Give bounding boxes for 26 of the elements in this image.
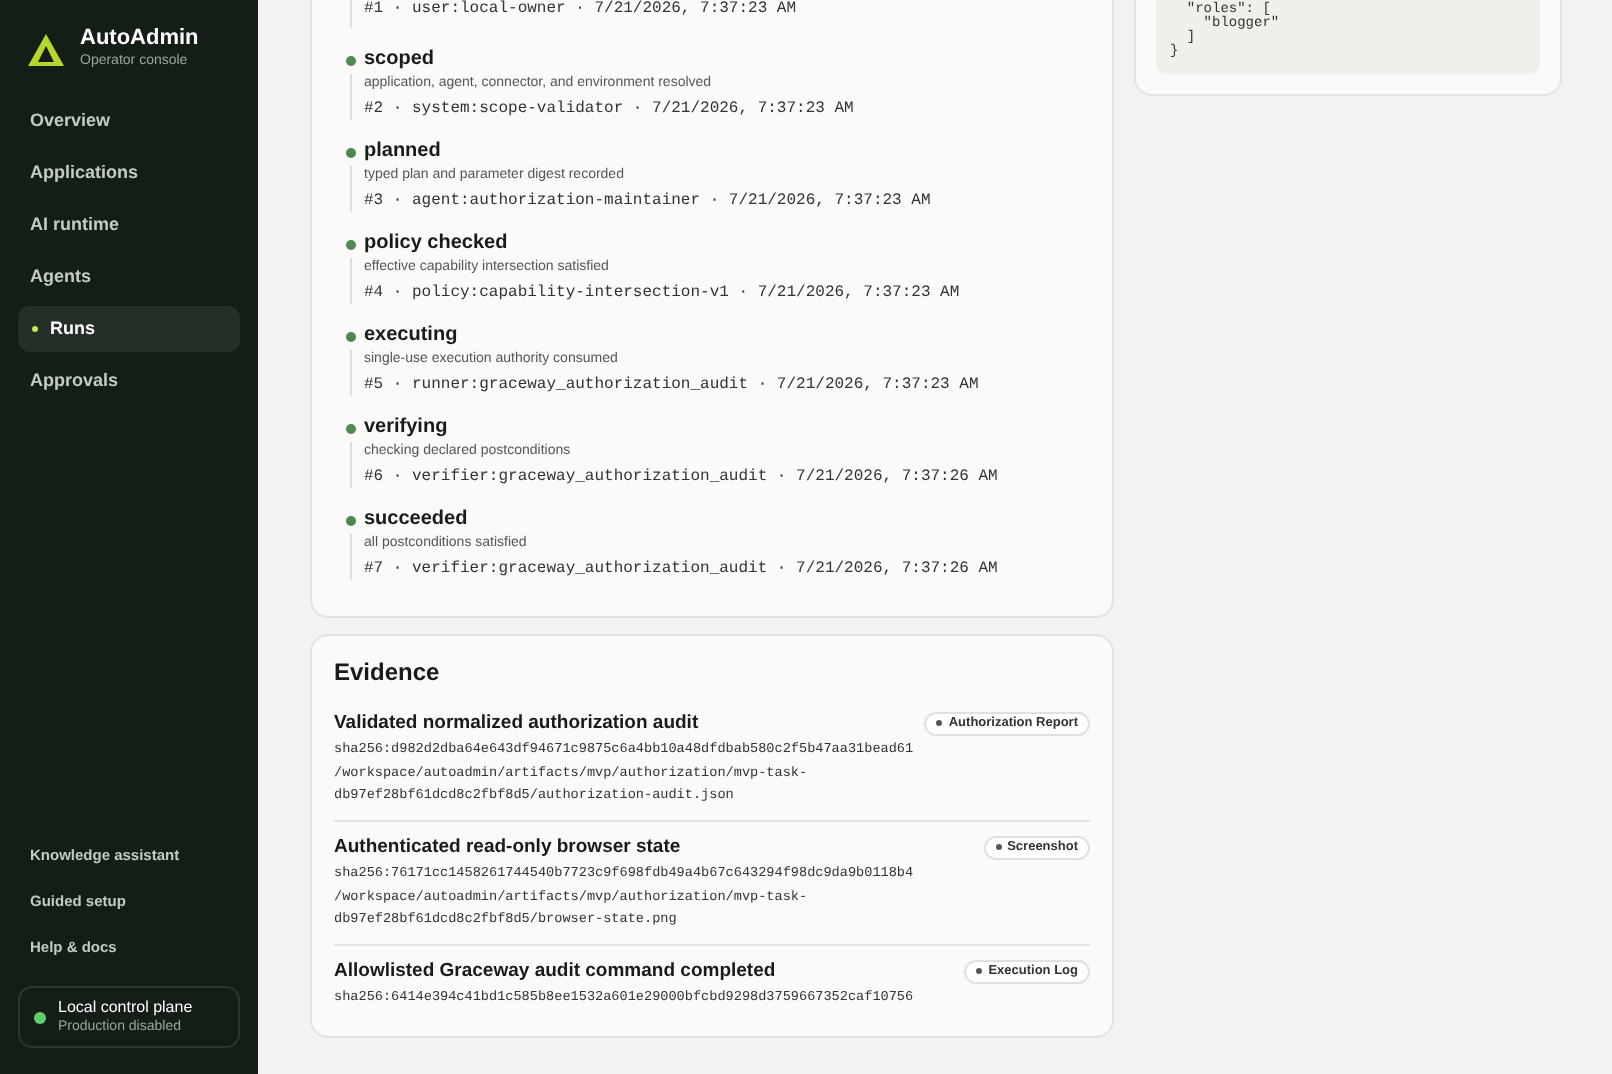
brand-name: AutoAdmin [80, 26, 199, 52]
nav-item[interactable]: Applications [18, 150, 240, 196]
artifact-title: Validated normalized authorization audit [334, 710, 699, 736]
environment-title: Local control plane [58, 998, 193, 1018]
event-title: policy checked [364, 230, 510, 256]
artifact-title: Authenticated read-only browser state [334, 834, 681, 860]
nav-item[interactable]: Approvals [18, 358, 240, 404]
nav-item[interactable]: AI runtime [18, 202, 240, 248]
section-title: Evidence [334, 658, 442, 686]
nav-item[interactable]: Overview [18, 98, 240, 144]
event-meta: #2 · system:scope-validator · 7/21/2026, 7:37:23 AM [364, 98, 854, 120]
event-title: succeeded [364, 506, 470, 532]
event-title: verifying [364, 414, 450, 440]
event-meta: #6 · verifier:graceway_authorization_audit · 7/21/2026, 7:37:26 AM [364, 466, 998, 488]
event-title: executing [364, 322, 460, 348]
event-meta: #3 · agent:authorization-maintainer · 7/21/2026, 7:37:23 AM [364, 190, 931, 212]
event-meta: #7 · verifier:graceway_authorization_audit · 7/21/2026, 7:37:26 AM [364, 558, 998, 580]
artifact-title: Allowlisted Graceway audit command completed [334, 958, 776, 984]
nav-item[interactable]: Runs [18, 306, 240, 352]
nav-item[interactable]: Agents [18, 254, 240, 300]
event-meta: #5 · runner:graceway_authorization_audit · 7/21/2026, 7:37:23 AM [364, 374, 979, 396]
event-title: scoped [364, 46, 437, 72]
event-meta: #1 · user:local-owner · 7/21/2026, 7:37:23 AM [364, 0, 797, 22]
event-meta: #4 · policy:capability-intersection-v1 · 7/21/2026, 7:37:23 AM [364, 282, 960, 304]
event-title: planned [364, 138, 443, 164]
logo-icon [28, 33, 64, 65]
